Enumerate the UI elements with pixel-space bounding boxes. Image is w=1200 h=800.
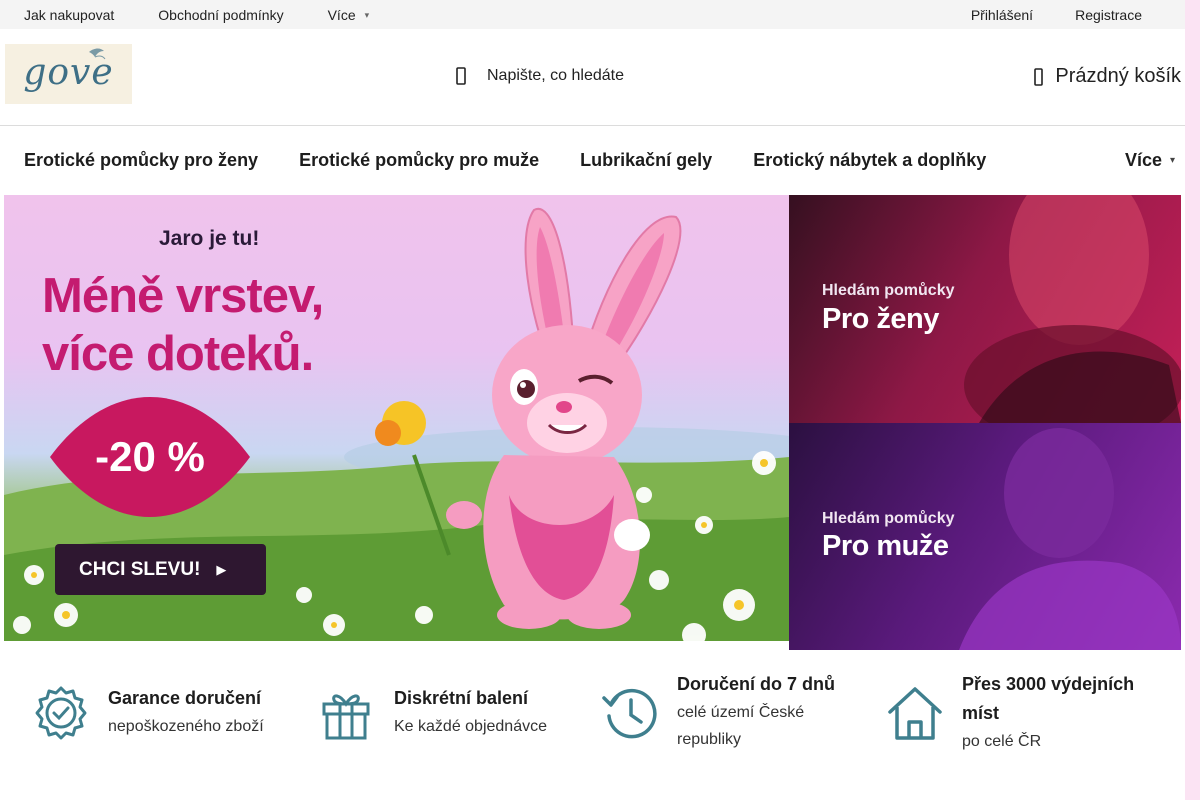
feature-delivery-time: Doručení do 7 dnů celé území České repub…	[601, 670, 857, 753]
feature-discreet-packaging: Diskrétní balení Ke každé objednávce	[318, 684, 547, 742]
nav-item-men[interactable]: Erotické pomůcky pro muže	[299, 150, 539, 171]
page: Jak nakupovat Obchodní podmínky Více ▾ Př…	[0, 0, 1185, 800]
link-how-to-buy[interactable]: Jak nakupovat	[24, 7, 114, 23]
feature-delivery-guarantee: Garance doručení nepoškozeného zboží	[32, 684, 264, 742]
search-bar[interactable]: Napište, co hledáte	[455, 66, 624, 86]
hero-cta-label: CHCI SLEVU!	[79, 558, 201, 580]
chevron-down-icon: ▾	[1169, 154, 1175, 166]
cart-icon	[1033, 66, 1045, 88]
promo-women-sub: Hledám pomůcky	[822, 282, 955, 299]
nav-more[interactable]: Více ▾	[1125, 150, 1175, 171]
feature-title: Diskrétní balení	[394, 688, 529, 708]
feature-text: Diskrétní balení Ke každé objednávce	[394, 684, 547, 742]
login-link[interactable]: Přihlášení	[971, 7, 1033, 23]
topbar-more[interactable]: Více ▾	[328, 7, 370, 23]
nav-item-furniture[interactable]: Erotický nábytek a doplňky	[753, 150, 986, 171]
feature-desc: nepoškozeného zboží	[108, 718, 264, 735]
promo-tile-men[interactable]: Hledám pomůcky Pro muže	[789, 423, 1181, 650]
link-terms[interactable]: Obchodní podmínky	[158, 7, 283, 23]
hero-cta-button[interactable]: CHCI SLEVU! ▶	[55, 544, 266, 595]
hero-banner[interactable]: Jaro je tu! Méně vrstev, více doteků. -2…	[4, 195, 789, 641]
hero-title-line2: více doteků.	[42, 327, 314, 381]
hero-title-line1: Méně vrstev,	[42, 269, 324, 323]
top-bar: Jak nakupovat Obchodní podmínky Více ▾ Př…	[0, 0, 1185, 29]
feature-title: Doručení do 7 dnů	[677, 674, 836, 694]
logo-text: gove	[23, 51, 114, 93]
feature-text: Garance doručení nepoškozeného zboží	[108, 684, 264, 742]
hero-kicker: Jaro je tu!	[159, 227, 260, 250]
cart-button[interactable]: Prázdný košík	[1033, 65, 1181, 88]
clock-history-icon	[602, 688, 657, 739]
search-icon	[455, 66, 469, 86]
topbar-more-label: Více	[327, 6, 356, 23]
feature-text: Přes 3000 výdejních míst po celé ČR	[962, 670, 1167, 755]
feature-title: Garance doručení	[108, 688, 262, 708]
header: gove Napište, co hledáte Prázdný košík	[0, 29, 1185, 126]
cart-label: Prázdný košík	[1055, 65, 1181, 87]
nav-item-lubricants[interactable]: Lubrikační gely	[580, 150, 712, 171]
gift-icon	[322, 694, 370, 740]
feature-desc: celé území České republiky	[677, 704, 805, 748]
nav-more-label: Více	[1124, 149, 1162, 170]
feature-desc: Ke každé objednávce	[394, 718, 547, 735]
register-link[interactable]: Registrace	[1075, 7, 1142, 23]
chevron-down-icon: ▾	[364, 10, 370, 20]
promo-tile-women[interactable]: Hledám pomůcky Pro ženy	[789, 195, 1181, 423]
discount-value: -20 %	[95, 433, 205, 480]
main-nav: Erotické pomůcky pro ženy Erotické pomůc…	[0, 126, 1185, 194]
badge-check-icon	[35, 686, 87, 740]
hero-title: Méně vrstev, více doteků.	[42, 267, 324, 383]
promo-men-sub: Hledám pomůcky	[822, 510, 955, 527]
feature-text: Doručení do 7 dnů celé území České repub…	[677, 670, 857, 753]
feature-pickup-points: Přes 3000 výdejních míst po celé ČR	[886, 670, 1167, 755]
promo-women-title: Pro ženy	[822, 303, 939, 335]
feature-title: Přes 3000 výdejních míst	[962, 674, 1135, 723]
play-icon: ▶	[216, 561, 227, 577]
nav-item-women[interactable]: Erotické pomůcky pro ženy	[24, 150, 258, 171]
feature-desc: po celé ČR	[962, 733, 1042, 750]
promo-men-title: Pro muže	[822, 530, 949, 562]
discount-badge: -20 %	[50, 393, 250, 521]
house-icon	[888, 687, 942, 740]
logo[interactable]: gove	[5, 44, 132, 104]
features-row: Garance doručení nepoškozeného zboží Dis…	[0, 650, 1185, 800]
search-placeholder: Napište, co hledáte	[487, 67, 624, 84]
